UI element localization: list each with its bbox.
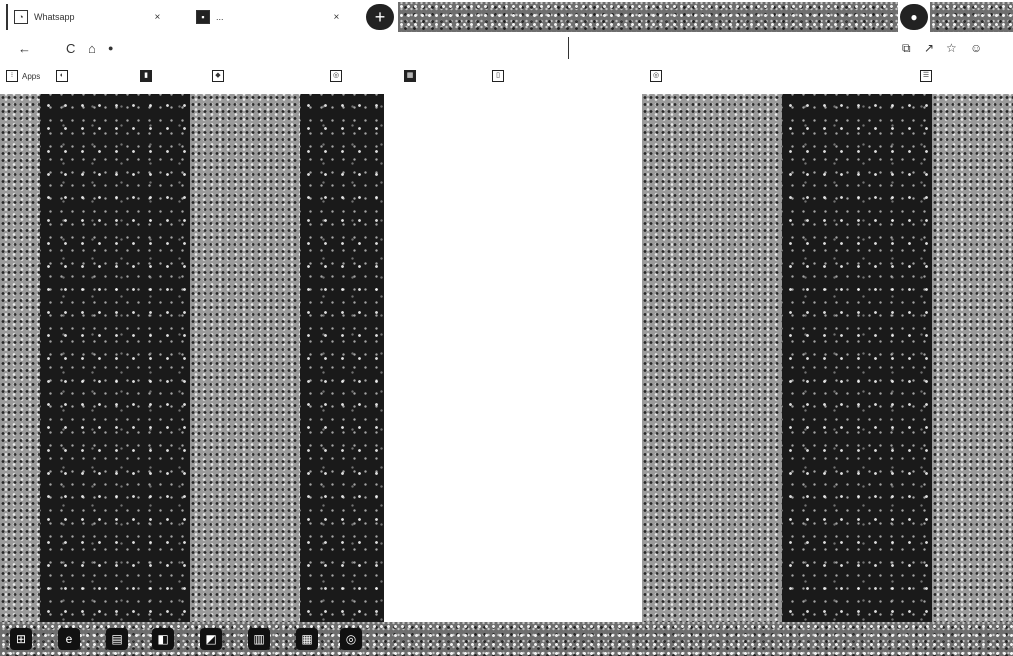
bookmark-item[interactable]: ◎: [650, 70, 666, 82]
start-icon[interactable]: ⊞: [10, 628, 32, 650]
bookmark-label: Apps: [22, 71, 41, 81]
folder-icon[interactable]: ▤: [106, 628, 128, 650]
app-icon[interactable]: ◩: [200, 628, 222, 650]
bookmark-icon: ▮: [140, 70, 152, 82]
tab-label: Whatsapp: [34, 12, 75, 22]
lock-icon: ●: [108, 43, 114, 53]
app-icon[interactable]: ◧: [152, 628, 174, 650]
bookmark-item[interactable]: ▯: [492, 70, 508, 82]
app-icon[interactable]: ▦: [296, 628, 318, 650]
address-bar: ← C ⌂ ● ⧉ ↗ ☆ ☺: [0, 34, 1013, 64]
bookmark-icon: ◆: [212, 70, 224, 82]
browser-icon[interactable]: e: [58, 628, 80, 650]
tab-whatsapp[interactable]: ◔ Whatsapp ×: [6, 4, 184, 30]
favorite-icon[interactable]: ☆: [946, 41, 957, 55]
left-background-image: [0, 94, 384, 622]
tab-label: ...: [216, 12, 224, 22]
page-icon: ▪: [196, 10, 210, 24]
bookmark-icon: ◎: [650, 70, 662, 82]
bookmark-icon: ▦: [404, 70, 416, 82]
bookmark-item[interactable]: ◎: [330, 70, 346, 82]
whatsapp-icon: ◔: [14, 10, 28, 24]
image-region: [300, 94, 384, 622]
new-tab-button[interactable]: +: [366, 4, 394, 30]
bookmark-icon: ◎: [330, 70, 342, 82]
content-table: [384, 94, 642, 622]
share-icon[interactable]: ↗: [924, 41, 934, 55]
bookmark-item[interactable]: ▮: [140, 70, 156, 82]
image-region: [190, 94, 300, 622]
taskbar: ⊞ e ▤ ◧ ◩ ▥ ▦ ◎: [0, 622, 1013, 656]
tab-close-button[interactable]: ×: [155, 12, 161, 23]
extensions-icon[interactable]: ⧉: [902, 41, 911, 56]
account-icon[interactable]: ●: [900, 4, 928, 30]
tab-strip-background: [398, 2, 898, 32]
profile-icon[interactable]: ☺: [970, 41, 982, 55]
bookmark-apps[interactable]: ⁝ Apps: [6, 70, 40, 82]
text-cursor: [568, 37, 569, 59]
bookmark-item[interactable]: ▦: [404, 70, 420, 82]
tab-strip: ◔ Whatsapp × ▪ ... × + ●: [0, 0, 1013, 34]
bookmark-item[interactable]: ◆: [212, 70, 228, 82]
image-region: [40, 94, 190, 622]
back-button[interactable]: ←: [18, 41, 31, 56]
image-region: [0, 94, 40, 622]
chrome-icon[interactable]: ◎: [340, 628, 362, 650]
home-button[interactable]: ⌂: [88, 41, 96, 56]
image-region: [642, 94, 782, 622]
bookmark-icon: ▯: [492, 70, 504, 82]
app-icon[interactable]: ▥: [248, 628, 270, 650]
right-background-image: [642, 94, 1013, 622]
tab-strip-background: [930, 2, 1013, 32]
reading-list-icon: ☰: [920, 70, 932, 82]
apps-icon: ⁝: [6, 70, 18, 82]
tab-active-page[interactable]: ▪ ... ×: [196, 4, 356, 30]
bookmark-icon: ◐: [56, 70, 68, 82]
tab-close-button[interactable]: ×: [334, 12, 340, 23]
bookmarks-bar: ⁝ Apps ◐ ▮ ◆ ◎ ▦ ▯ ◎ ☰: [0, 64, 1013, 88]
reload-button[interactable]: C: [66, 41, 75, 56]
image-region: [932, 94, 1013, 622]
image-region: [782, 94, 932, 622]
bookmark-item[interactable]: ◐: [56, 70, 72, 82]
reading-list[interactable]: ☰: [920, 70, 936, 82]
